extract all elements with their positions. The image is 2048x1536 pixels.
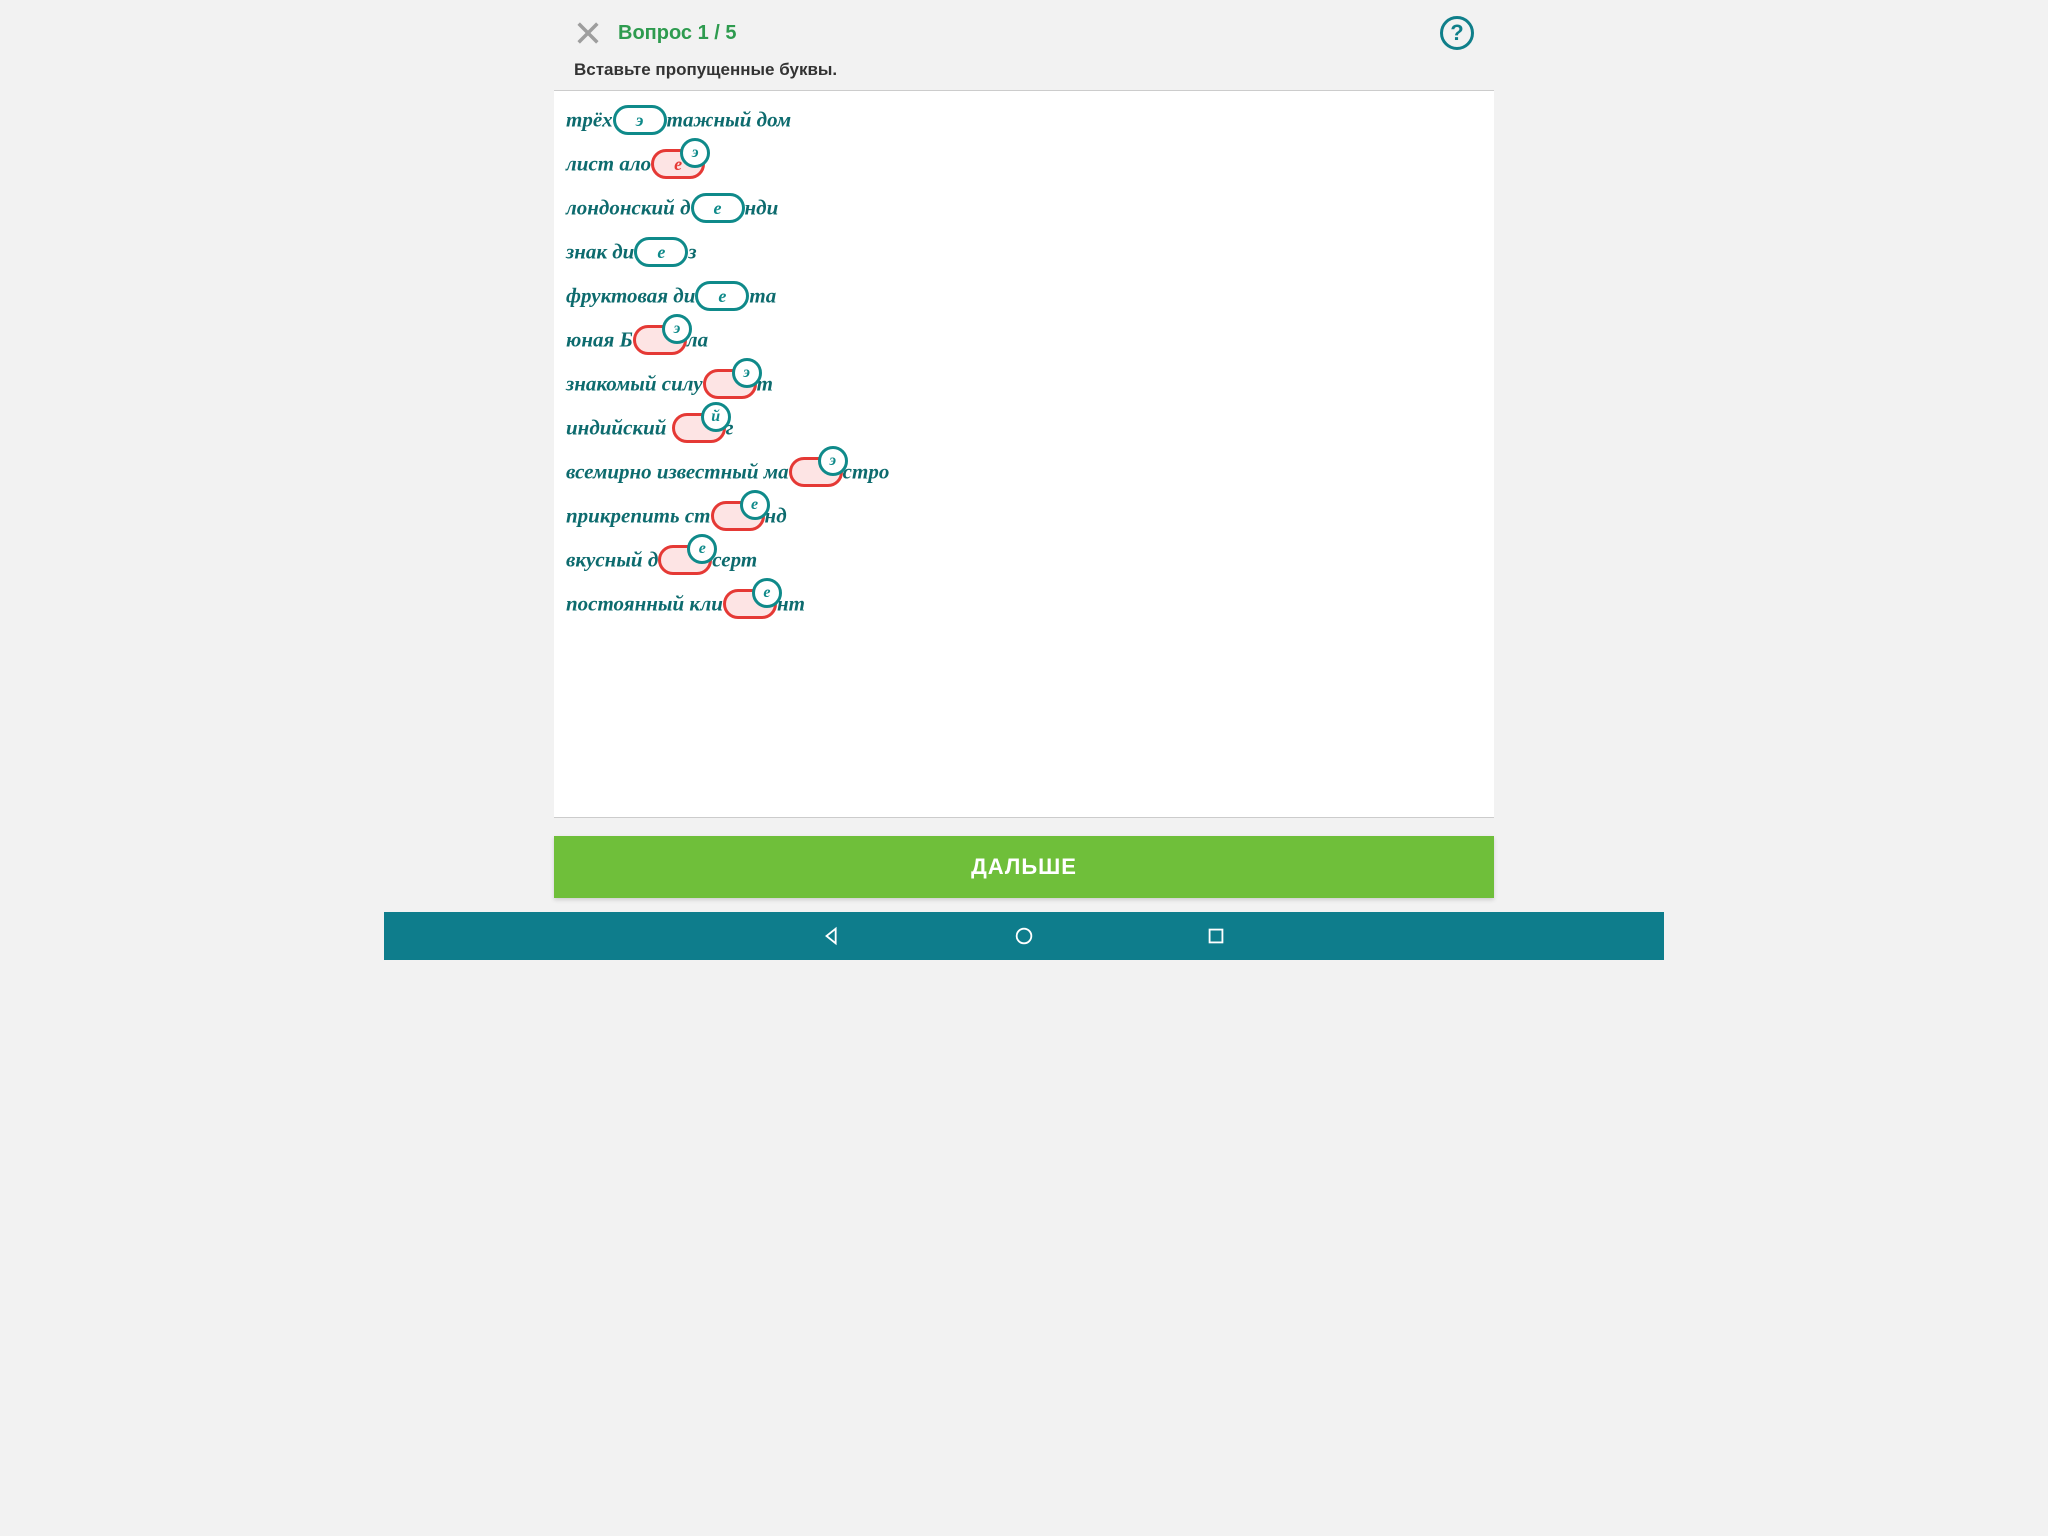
word-pre: индийский	[566, 416, 672, 440]
word-post: серт	[712, 548, 757, 572]
letter-pill[interactable]: э	[613, 105, 667, 135]
exercise-card: трёхэтажный домлист алоеэлондонский денд…	[554, 90, 1494, 818]
word-pre: вкусный д	[566, 548, 658, 572]
letter-pill[interactable]: э	[633, 325, 687, 355]
letter-pill[interactable]: э	[789, 457, 843, 487]
exercise-line: знакомый силуэт	[566, 369, 1482, 399]
exercise-line: прикрепить стенд	[566, 501, 1482, 531]
word-pre: знак ди	[566, 240, 634, 264]
word-post: та	[749, 284, 776, 308]
help-button[interactable]: ?	[1440, 16, 1474, 50]
letter-pill[interactable]: е	[634, 237, 688, 267]
word-post: тажный дом	[667, 108, 792, 132]
exercise-line: лондонский денди	[566, 193, 1482, 223]
hint-badge: э	[680, 138, 710, 168]
exercise-line: трёхэтажный дом	[566, 105, 1482, 135]
app-root: Вопрос 1 / 5 ? Вставьте пропущенные букв…	[384, 0, 1664, 912]
back-icon[interactable]	[821, 925, 843, 947]
next-button[interactable]: ДАЛЬШЕ	[554, 836, 1494, 898]
letter-pill[interactable]: е	[723, 589, 777, 619]
hint-badge: е	[752, 578, 782, 608]
letter-pill[interactable]: е	[695, 281, 749, 311]
android-nav-bar	[384, 912, 1664, 960]
exercise-line: лист алоеэ	[566, 149, 1482, 179]
recent-icon[interactable]	[1205, 925, 1227, 947]
hint-badge: э	[662, 314, 692, 344]
exercise-line: юная Бэла	[566, 325, 1482, 355]
close-icon[interactable]	[574, 19, 602, 47]
exercise-line: фруктовая диета	[566, 281, 1482, 311]
word-pre: лист ало	[566, 152, 651, 176]
letter-pill[interactable]: й	[672, 413, 726, 443]
word-pre: знакомый силу	[566, 372, 703, 396]
next-bar: ДАЛЬШЕ	[554, 836, 1494, 898]
hint-badge: е	[740, 490, 770, 520]
word-post: з	[688, 240, 696, 264]
question-counter: Вопрос 1 / 5	[618, 22, 1440, 45]
word-post: стро	[843, 460, 890, 484]
word-post: нди	[745, 196, 779, 220]
hint-badge: э	[818, 446, 848, 476]
word-pre: трёх	[566, 108, 613, 132]
exercise-line: знак диез	[566, 237, 1482, 267]
letter-pill[interactable]: е	[691, 193, 745, 223]
word-pre: лондонский д	[566, 196, 691, 220]
hint-badge: э	[732, 358, 762, 388]
exercise-line: индийский йг	[566, 413, 1482, 443]
exercise-line: постоянный клиент	[566, 589, 1482, 619]
word-pre: юная Б	[566, 328, 633, 352]
home-icon[interactable]	[1013, 925, 1035, 947]
exercise-line: вкусный десерт	[566, 545, 1482, 575]
hint-badge: й	[701, 402, 731, 432]
word-pre: всемирно известный ма	[566, 460, 789, 484]
word-pre: фруктовая ди	[566, 284, 695, 308]
letter-pill[interactable]: еэ	[651, 149, 705, 179]
word-pre: постоянный кли	[566, 592, 723, 616]
word-pre: прикрепить ст	[566, 504, 711, 528]
letter-pill[interactable]: е	[658, 545, 712, 575]
letter-pill[interactable]: э	[703, 369, 757, 399]
exercise-line: всемирно известный маэстро	[566, 457, 1482, 487]
header: Вопрос 1 / 5 ?	[554, 0, 1494, 60]
letter-pill[interactable]: е	[711, 501, 765, 531]
instruction-text: Вставьте пропущенные буквы.	[554, 60, 1494, 90]
